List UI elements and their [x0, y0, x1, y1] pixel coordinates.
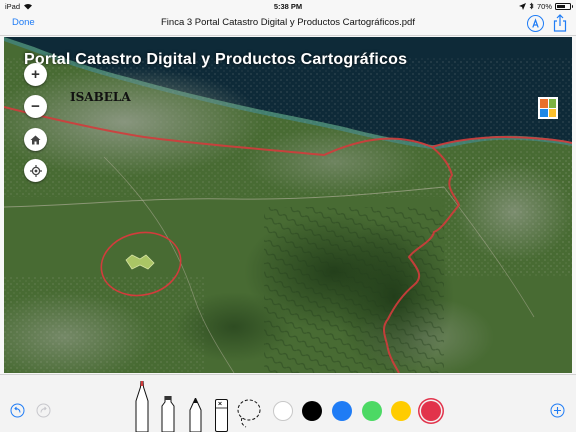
- color-swatch-black[interactable]: [302, 401, 322, 421]
- location-arrow-icon: [518, 2, 526, 10]
- add-icon[interactable]: [550, 403, 565, 418]
- home-button[interactable]: [24, 128, 47, 151]
- portal-title: Portal Catastro Digital y Productos Cart…: [24, 51, 408, 68]
- color-swatch-blue[interactable]: [332, 401, 352, 421]
- lasso-tool-icon[interactable]: [236, 398, 262, 428]
- battery-icon: [555, 2, 573, 10]
- locate-button[interactable]: [24, 159, 47, 182]
- satellite-imagery: [4, 37, 572, 373]
- color-swatch-white[interactable]: [273, 401, 293, 421]
- device-name: iPad: [5, 1, 21, 11]
- locate-icon: [29, 164, 42, 177]
- markup-pen-icon[interactable]: [527, 15, 544, 32]
- undo-icon[interactable]: [10, 403, 25, 418]
- map-view[interactable]: Portal Catastro Digital y Productos Cart…: [4, 37, 572, 373]
- wifi-icon: [24, 3, 33, 10]
- agency-logo-icon: [538, 97, 558, 119]
- status-bar: iPad 5:38 PM 70%: [0, 0, 576, 12]
- pencil-tool-icon[interactable]: [187, 398, 204, 432]
- redo-icon[interactable]: [36, 403, 51, 418]
- bluetooth-icon: [529, 2, 534, 10]
- color-swatch-red[interactable]: [421, 401, 441, 421]
- document-title: Finca 3 Portal Catastro Digital y Produc…: [161, 17, 415, 28]
- minus-icon: −: [31, 98, 40, 115]
- color-swatch-green[interactable]: [362, 401, 382, 421]
- place-label-isabela: ISABELA: [70, 90, 131, 104]
- navigation-bar: Done Finca 3 Portal Catastro Digital y P…: [0, 12, 576, 36]
- zoom-out-button[interactable]: −: [24, 95, 47, 118]
- pen-tool-icon[interactable]: [133, 381, 151, 432]
- battery-percent: 70%: [536, 1, 552, 11]
- zoom-in-button[interactable]: +: [24, 63, 47, 86]
- marker-tool-icon[interactable]: [159, 396, 177, 432]
- status-time: 5:38 PM: [273, 1, 303, 11]
- color-swatch-yellow[interactable]: [391, 401, 411, 421]
- eraser-tool-icon[interactable]: [213, 399, 230, 432]
- share-icon[interactable]: [553, 14, 567, 32]
- plus-icon: +: [31, 66, 40, 83]
- home-icon: [30, 135, 41, 144]
